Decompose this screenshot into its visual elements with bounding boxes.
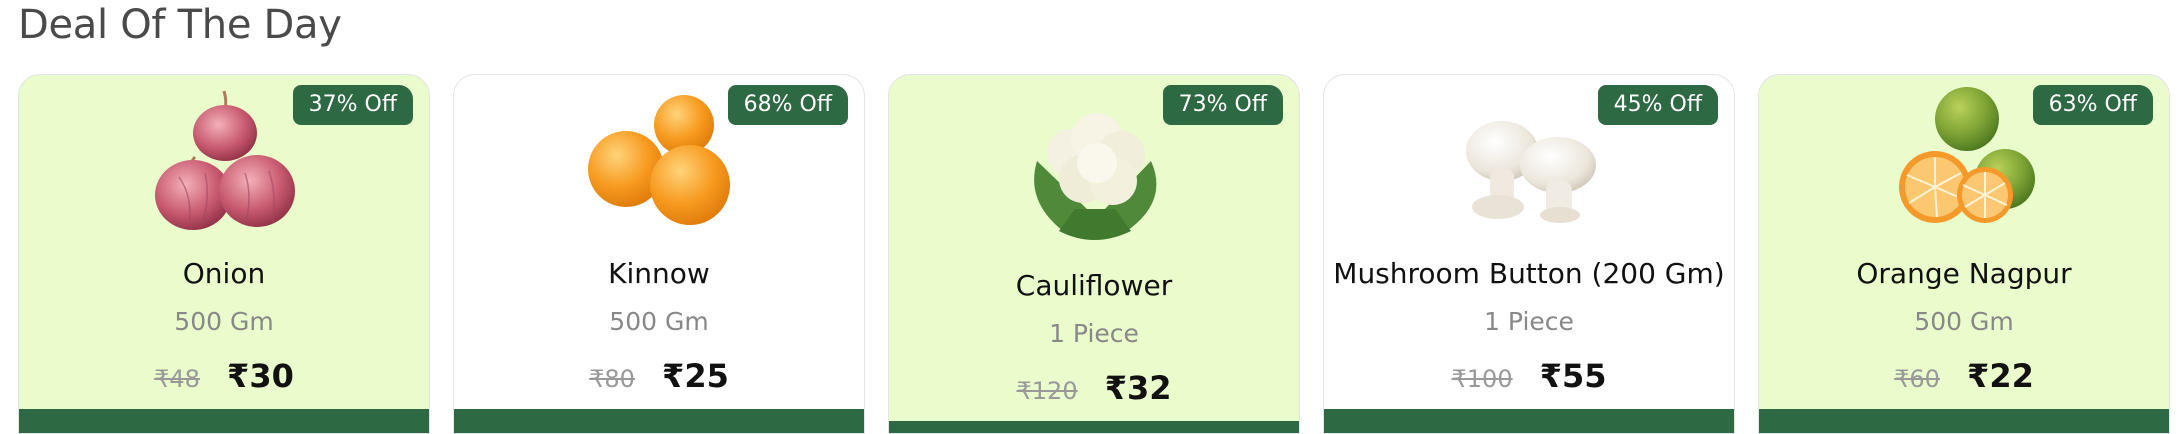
add-to-cart-button[interactable]	[889, 421, 1299, 433]
product-quantity: 500 Gm	[1914, 307, 2014, 336]
discount-badge: 45% Off	[1597, 85, 1718, 125]
mushroom-image	[1466, 121, 1596, 223]
price-row: ₹48 ₹30	[19, 357, 429, 395]
product-quantity: 1 Piece	[1484, 307, 1574, 336]
cauliflower-image	[1034, 113, 1157, 240]
kinnow-image	[588, 95, 730, 225]
product-quantity: 500 Gm	[174, 307, 274, 336]
price-row: ₹120 ₹32	[889, 369, 1299, 407]
discount-badge: 73% Off	[1162, 85, 1283, 125]
product-card-orange-nagpur[interactable]: 63% Off Orange Nagpur 500 Gm ₹60 ₹22	[1758, 74, 2170, 434]
price-row: ₹100 ₹55	[1324, 357, 1734, 395]
product-name: Kinnow	[608, 257, 710, 290]
product-name: Cauliflower	[1015, 269, 1173, 302]
deal-price: ₹32	[1104, 369, 1172, 407]
add-to-cart-button[interactable]	[1759, 409, 2169, 433]
price-row: ₹80 ₹25	[454, 357, 864, 395]
discount-badge: 68% Off	[727, 85, 848, 125]
price-row: ₹60 ₹22	[1759, 357, 2169, 395]
deal-price: ₹30	[227, 357, 294, 395]
add-to-cart-button[interactable]	[19, 409, 429, 433]
product-card-kinnow[interactable]: 68% Off Kinnow 500 Gm ₹80 ₹25	[453, 74, 865, 434]
add-to-cart-button[interactable]	[454, 409, 864, 433]
deal-price: ₹25	[662, 357, 729, 395]
product-name: Orange Nagpur	[1856, 257, 2072, 290]
discount-badge: 37% Off	[292, 85, 413, 125]
deal-price: ₹55	[1539, 357, 1607, 395]
product-quantity: 500 Gm	[609, 307, 709, 336]
product-card-onion[interactable]: 37% Off Onion 500 Gm ₹48 ₹30	[18, 74, 430, 434]
original-price: ₹80	[589, 365, 635, 393]
section-title: Deal Of The Day	[18, 2, 342, 48]
original-price: ₹60	[1894, 365, 1940, 393]
original-price: ₹120	[1016, 377, 1078, 405]
deal-price: ₹22	[1967, 357, 2034, 395]
product-name: Onion	[182, 257, 266, 290]
original-price: ₹100	[1451, 365, 1513, 393]
discount-badge: 63% Off	[2032, 85, 2153, 125]
product-quantity: 1 Piece	[1049, 319, 1139, 348]
onion-image	[155, 90, 295, 230]
product-card-mushroom[interactable]: 45% Off Mushroom Button (200 Gm) 1 Piece…	[1323, 74, 1735, 434]
product-name: Mushroom Button (200 Gm)	[1333, 257, 1725, 290]
orange-image	[1899, 87, 2035, 223]
product-card-cauliflower[interactable]: 73% Off Cauliflower 1 Piece ₹120 ₹32	[888, 74, 1300, 434]
original-price: ₹48	[154, 365, 200, 393]
add-to-cart-button[interactable]	[1324, 409, 1734, 433]
